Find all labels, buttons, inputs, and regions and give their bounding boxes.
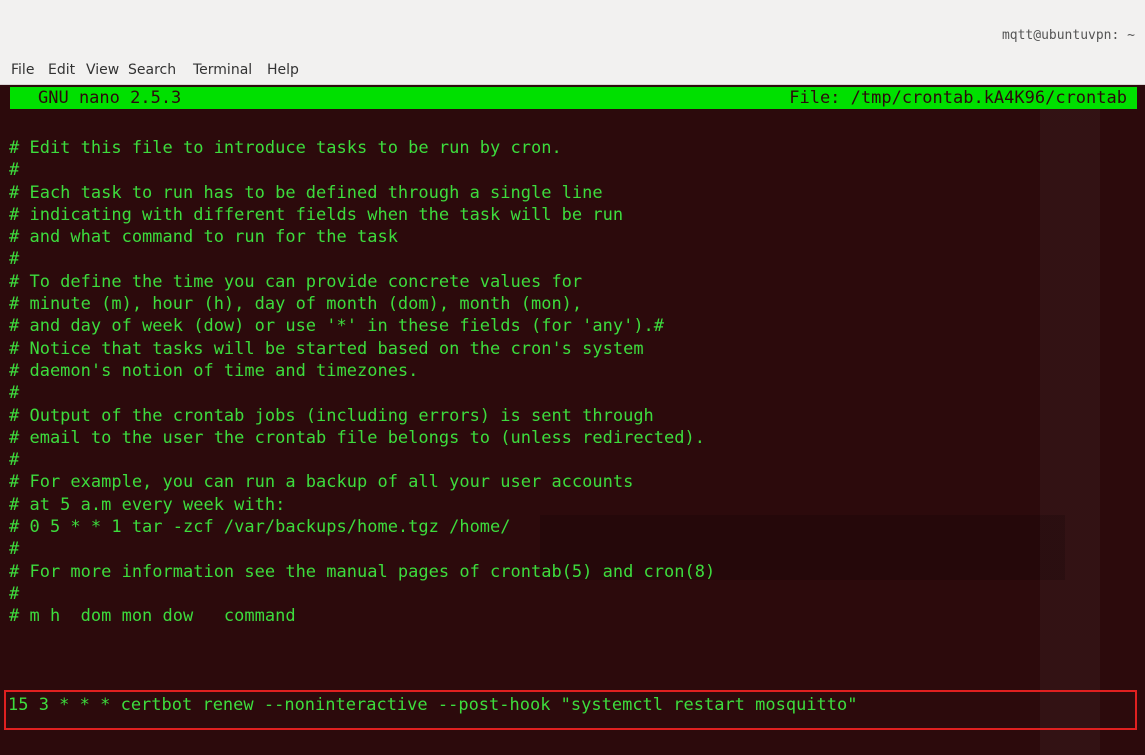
file-line: # daemon's notion of time and timezones. xyxy=(9,360,419,381)
file-line: # xyxy=(9,539,20,560)
menu-bar: File Edit View Search Terminal Help xyxy=(0,58,1145,85)
file-line: # xyxy=(9,160,20,181)
file-line: # For more information see the manual pa… xyxy=(9,561,716,582)
menu-file[interactable]: File xyxy=(8,62,37,78)
crontab-comment-lines[interactable]: # Edit this file to introduce tasks to b… xyxy=(9,137,715,628)
nano-file-label: File: /tmp/crontab.kA4K96/crontab xyxy=(789,88,1127,108)
file-line: # email to the user the crontab file bel… xyxy=(9,427,705,448)
file-line: # xyxy=(9,249,20,270)
file-line: # and what command to run for the task xyxy=(9,227,398,248)
file-line: # indicating with different fields when … xyxy=(9,204,624,225)
file-line: # Each task to run has to be defined thr… xyxy=(9,182,603,203)
nano-version: GNU nano 2.5.3 xyxy=(38,88,182,108)
file-line: # To define the time you can provide con… xyxy=(9,271,583,292)
file-line: # Notice that tasks will be started base… xyxy=(9,338,644,359)
menu-help[interactable]: Help xyxy=(264,62,302,78)
file-line: # For example, you can run a backup of a… xyxy=(9,472,634,493)
file-line: # xyxy=(9,583,20,604)
menu-view[interactable]: View xyxy=(83,62,122,78)
file-line: # 0 5 * * 1 tar -zcf /var/backups/home.t… xyxy=(9,517,511,538)
window-title: mqtt@ubuntuvpn: ~ xyxy=(1001,28,1135,43)
menu-edit[interactable]: Edit xyxy=(45,62,78,78)
menu-search[interactable]: Search xyxy=(125,62,179,78)
nano-header-bar: GNU nano 2.5.3 File: /tmp/crontab.kA4K96… xyxy=(10,87,1137,109)
terminal-area[interactable]: GNU nano 2.5.3 File: /tmp/crontab.kA4K96… xyxy=(0,85,1145,755)
file-line: # Output of the crontab jobs (including … xyxy=(9,405,654,426)
file-line: # xyxy=(9,383,20,404)
file-line: # Edit this file to introduce tasks to b… xyxy=(9,138,562,158)
file-line: # minute (m), hour (h), day of month (do… xyxy=(9,294,583,315)
file-line: # at 5 a.m every week with: xyxy=(9,494,286,515)
file-line: # m h dom mon dow command xyxy=(9,606,296,627)
file-line: # xyxy=(9,450,20,471)
highlight-box xyxy=(4,690,1137,730)
terminal-window: mqtt@ubuntuvpn: ~ File Edit View Search … xyxy=(0,0,1145,755)
title-bar[interactable]: mqtt@ubuntuvpn: ~ xyxy=(0,0,1145,59)
menu-terminal[interactable]: Terminal xyxy=(190,62,255,78)
file-line: # and day of week (dow) or use '*' in th… xyxy=(9,316,665,337)
